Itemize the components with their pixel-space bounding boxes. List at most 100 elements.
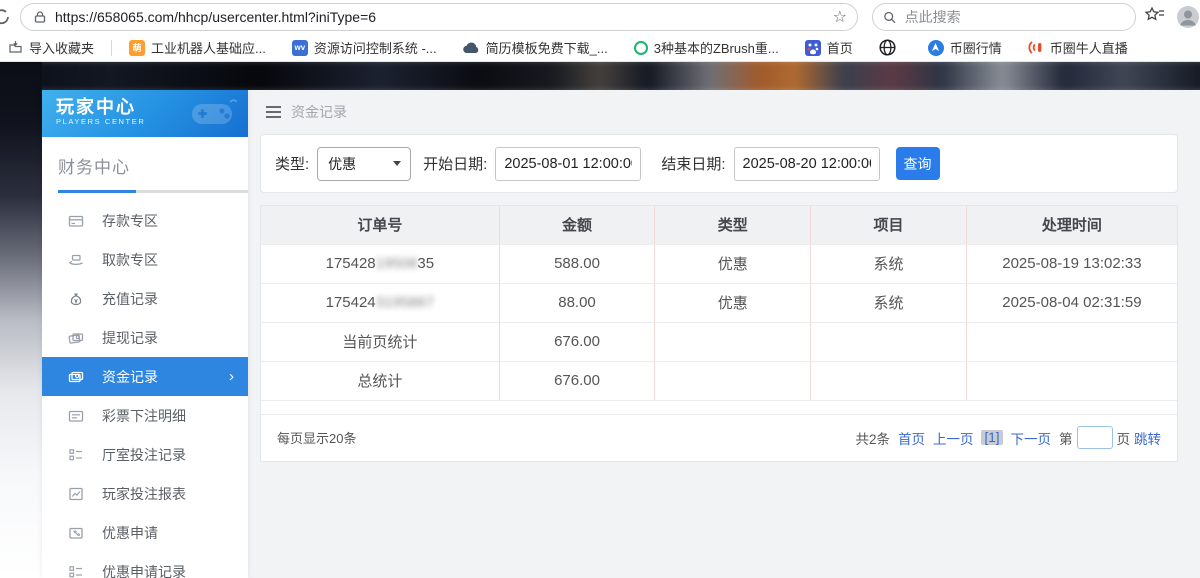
- start-date-input[interactable]: [495, 147, 641, 181]
- total-count: 共2条: [855, 428, 890, 448]
- jump-label-pre: 第: [1059, 428, 1073, 448]
- bookmark-item[interactable]: 币圈牛人直播: [1015, 38, 1141, 57]
- sidebar-item-label: 优惠申请: [102, 523, 158, 543]
- funds-table: 订单号 金额 类型 项目 处理时间 1754281950835 588.00 优…: [261, 206, 1177, 401]
- list-document-icon: [68, 408, 84, 424]
- bookmark-star-icon[interactable]: ☆: [833, 7, 847, 27]
- sidebar-item-promo-apply-record[interactable]: 优惠申请记录: [42, 552, 248, 578]
- summary-row-total: 总统计 676.00: [261, 361, 1177, 400]
- page-title: 资金记录: [291, 102, 347, 122]
- cloud-favicon: [463, 41, 480, 54]
- pagination-controls: 共2条 首页 上一页 [1] 下一页 第 页 跳转: [855, 426, 1161, 449]
- banknotes-icon: [68, 369, 84, 385]
- bookmark-import[interactable]: 导入收藏夹: [6, 38, 107, 57]
- quick-search[interactable]: [872, 3, 1136, 31]
- sidebar-item-player-bet-report[interactable]: 玩家投注报表: [42, 474, 248, 513]
- col-amount: 金额: [499, 206, 655, 244]
- type-label: 类型:: [275, 153, 309, 174]
- col-order-no: 订单号: [261, 206, 499, 244]
- sidebar-item-hall-bet-record[interactable]: 厅室投注记录: [42, 435, 248, 474]
- search-input[interactable]: [905, 9, 1125, 25]
- cell-amount: 588.00: [499, 244, 655, 283]
- sidebar-item-lottery-bet-detail[interactable]: 彩票下注明细: [42, 396, 248, 435]
- compass-favicon: [928, 40, 944, 56]
- background-banner-image: [0, 62, 1200, 90]
- cell-process-time: 2025-08-04 02:31:59: [966, 283, 1177, 322]
- bookmark-label: 导入收藏夹: [29, 38, 94, 57]
- cell-type: 优惠: [655, 244, 811, 283]
- bookmark-label: 币圈牛人直播: [1050, 38, 1128, 57]
- sidebar-item-recharge-record[interactable]: 充值记录: [42, 279, 248, 318]
- bookmarks-bar: 导入收藏夹 萌 工业机器人基础应... wv 资源访问控制系统 -... 简历模…: [0, 34, 1200, 62]
- bookmark-item[interactable]: [866, 39, 915, 56]
- cell-order-no: 1754281950835: [261, 244, 499, 283]
- cell-process-time: 2025-08-19 13:02:33: [966, 244, 1177, 283]
- sidebar-item-funds-record[interactable]: 资金记录 ›: [42, 357, 248, 396]
- chevron-right-icon: ›: [229, 368, 234, 385]
- sidebar-item-deposit-zone[interactable]: 存款专区: [42, 201, 248, 240]
- sidebar-item-withdraw-zone[interactable]: 取款专区: [42, 240, 248, 279]
- prev-page-link[interactable]: 上一页: [933, 428, 974, 448]
- wallet-cards-icon: [68, 330, 84, 346]
- reload-icon[interactable]: [0, 8, 10, 26]
- favorites-list-icon[interactable]: [1144, 6, 1166, 26]
- records-panel: 订单号 金额 类型 项目 处理时间 1754281950835 588.00 优…: [260, 205, 1178, 462]
- coupon-icon: [68, 525, 84, 541]
- summary-row-current-page: 当前页统计 676.00: [261, 322, 1177, 361]
- jump-link[interactable]: 跳转: [1134, 428, 1161, 448]
- sidebar-item-label: 充值记录: [102, 289, 158, 309]
- masked-digits: 19508: [376, 255, 418, 272]
- table-header-row: 订单号 金额 类型 项目 处理时间: [261, 206, 1177, 244]
- table-row: 1754281950835 588.00 优惠 系统 2025-08-19 13…: [261, 244, 1177, 283]
- bookmark-item[interactable]: 简历模板免费下载_...: [450, 38, 621, 57]
- page-jump-input[interactable]: [1077, 426, 1113, 449]
- summary-label: 当前页统计: [261, 322, 499, 361]
- bookmark-item[interactable]: wv 资源访问控制系统 -...: [279, 38, 450, 57]
- jump-label-post: 页: [1117, 428, 1131, 448]
- cell-project: 系统: [811, 283, 967, 322]
- col-project: 项目: [811, 206, 967, 244]
- sidebar-item-label: 存款专区: [102, 211, 158, 231]
- query-button[interactable]: 查询: [896, 147, 940, 180]
- col-process-time: 处理时间: [966, 206, 1177, 244]
- type-select[interactable]: 优惠: [317, 147, 411, 181]
- bookmark-item[interactable]: 币圈行情: [915, 38, 1015, 57]
- game-controller-icon: [186, 96, 238, 132]
- url-text[interactable]: https://658065.com/hhcp/usercenter.html?…: [55, 9, 825, 25]
- sidebar: 玩家中心 PLAYERS CENTER 财务中心: [42, 90, 248, 578]
- per-page-info: 每页显示20条: [277, 428, 356, 447]
- sidebar-item-promo-apply[interactable]: 优惠申请: [42, 513, 248, 552]
- search-icon: [883, 10, 897, 25]
- deposit-card-icon: [68, 213, 84, 229]
- baidu-favicon: [805, 40, 821, 56]
- filter-bar: 类型: 优惠 开始日期: 结束日期: 查询: [260, 134, 1178, 193]
- sidebar-item-label: 玩家投注报表: [102, 484, 186, 504]
- sidebar-item-label: 资金记录: [102, 367, 158, 387]
- profile-avatar[interactable]: [1176, 5, 1200, 29]
- bookmark-label: 简历模板免费下载_...: [486, 38, 608, 57]
- first-page-link[interactable]: 首页: [898, 428, 925, 448]
- screen: https://658065.com/hhcp/usercenter.html?…: [0, 0, 1200, 578]
- bookmark-label: 3种基本的ZBrush重...: [654, 38, 779, 57]
- background-left-image: [0, 62, 42, 578]
- money-bag-icon: [68, 291, 84, 307]
- sidebar-item-withdrawal-record[interactable]: 提现记录: [42, 318, 248, 357]
- summary-amount: 676.00: [499, 361, 655, 400]
- end-date-input[interactable]: [734, 147, 880, 181]
- sidebar-item-label: 彩票下注明细: [102, 406, 186, 426]
- green-ring-favicon: [634, 41, 648, 55]
- bookmark-label: 首页: [827, 38, 853, 57]
- next-page-link[interactable]: 下一页: [1011, 428, 1052, 448]
- cell-project: 系统: [811, 244, 967, 283]
- menu-toggle-icon[interactable]: [266, 106, 281, 119]
- meng-favicon: 萌: [129, 40, 145, 56]
- address-bar[interactable]: https://658065.com/hhcp/usercenter.html?…: [20, 3, 858, 31]
- bookmark-item[interactable]: 3种基本的ZBrush重...: [621, 38, 792, 57]
- summary-label: 总统计: [261, 361, 499, 400]
- bookmark-item[interactable]: 萌 工业机器人基础应...: [116, 38, 279, 57]
- bookmark-item[interactable]: 首页: [792, 38, 866, 57]
- finance-center-heading: 财务中心: [58, 153, 248, 178]
- report-chart-icon: [68, 486, 84, 502]
- sidebar-item-label: 优惠申请记录: [102, 562, 186, 578]
- table-row: 1754243195867 88.00 优惠 系统 2025-08-04 02:…: [261, 283, 1177, 322]
